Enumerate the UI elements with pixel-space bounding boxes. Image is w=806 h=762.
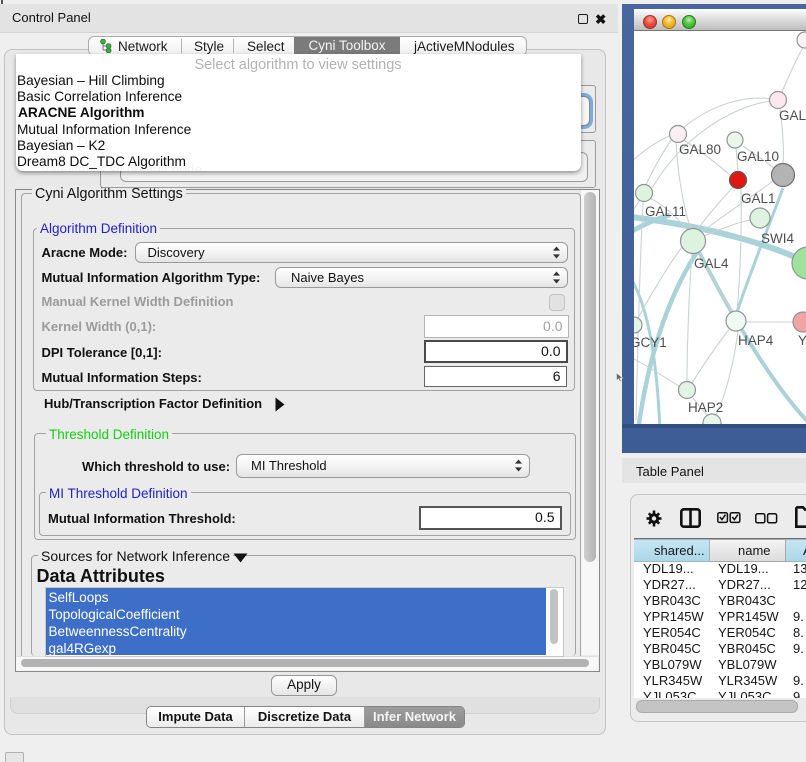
svg-text:HAP2: HAP2 [688,400,723,415]
svg-text:GAL11: GAL11 [645,204,686,219]
svg-text:GAL1: GAL1 [741,191,776,206]
svg-text:HAP4: HAP4 [738,333,774,348]
svg-text:SWI4: SWI4 [761,231,794,246]
svg-text:GAL2: GAL2 [779,108,806,123]
svg-text:GAL4: GAL4 [694,256,729,271]
svg-text:GAL10: GAL10 [737,149,779,164]
svg-text:GAL80: GAL80 [679,142,721,157]
svg-text:GCY1: GCY1 [634,335,667,350]
svg-text:Y: Y [798,333,806,348]
